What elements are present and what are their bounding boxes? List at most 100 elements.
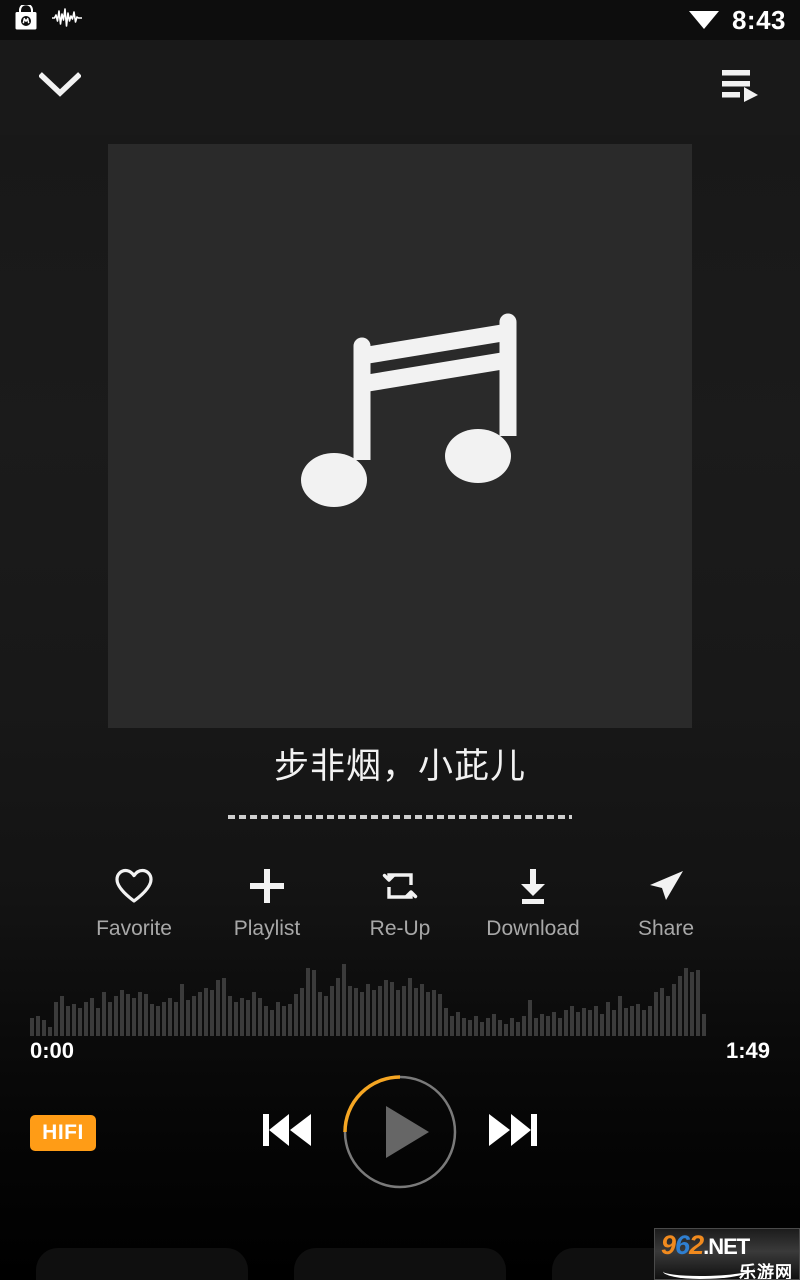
next-track-button[interactable] [481,1100,545,1164]
waveform-bar [528,1000,532,1036]
watermark-suffix: .NET [703,1234,750,1259]
waveform-bar [264,1006,268,1036]
waveform-bar [534,1018,538,1036]
waveform-bar [660,988,664,1036]
status-bar-clock: 8:43 [731,5,786,35]
waveform-bar [684,968,688,1036]
waveform-seekbar[interactable] [30,964,770,1036]
waveform-bar [120,990,124,1036]
waveform-bar [576,1012,580,1036]
waveform-bar [678,976,682,1036]
reup-label: Re-Up [369,917,431,940]
waveform-bar [444,1008,448,1036]
audio-wave-icon [51,7,83,33]
status-bar-left-icons [14,2,83,36]
waveform-bar [486,1018,490,1036]
current-time: 0:00 [30,1038,75,1063]
hifi-badge[interactable]: HIFI [30,1115,96,1151]
waveform-bar [600,1014,604,1036]
waveform-bar [432,990,436,1036]
share-label: Share [637,917,695,940]
waveform-bar [102,992,106,1036]
waveform-bar [672,984,676,1036]
music-note-icon [250,284,550,589]
waveform-bar [414,988,418,1036]
download-button[interactable]: Download [477,866,589,939]
waveform-bar [690,972,694,1036]
total-time: 1:49 [725,1038,770,1063]
playlist-button[interactable]: Playlist [211,866,323,939]
waveform-bar [198,992,202,1036]
waveform-bar [342,964,346,1036]
watermark-digit-6: 6 [675,1230,690,1260]
play-pause-button[interactable] [340,1072,460,1192]
waveform-bar [516,1022,520,1036]
waveform-bar [510,1018,514,1036]
watermark-logo-text: 962.NET [661,1230,750,1261]
download-icon [513,866,553,906]
waveform-bar [408,978,412,1036]
waveform-bar [336,978,340,1036]
waveform-bar [378,986,382,1036]
waveform-bar [156,1006,160,1036]
waveform-bar [426,992,430,1036]
wifi-icon [688,6,720,35]
waveform-bar [294,994,298,1036]
waveform-bar [72,1004,76,1036]
waveform-bar [252,992,256,1036]
waveform-bar [612,1010,616,1036]
time-labels: 0:00 1:49 [30,1038,770,1064]
waveform-bar [450,1016,454,1036]
favorite-label: Favorite [96,917,172,940]
music-player-screen: 8:43 步非烟，小茈儿 Favorite Playlist Re-Up Dow… [0,0,800,1280]
waveform-bar [132,998,136,1036]
waveform-bar [324,996,328,1036]
waveform-bar [144,994,148,1036]
waveform-bar [150,1004,154,1036]
waveform-bar [582,1008,586,1036]
queue-button[interactable] [710,58,770,118]
shuffle-card[interactable] [36,1248,248,1280]
status-bar: 8:43 [0,0,800,40]
waveform-bar [300,988,304,1036]
album-art[interactable] [108,144,692,728]
waveform-bar [522,1016,526,1036]
plus-icon [247,866,287,906]
waveform-bar [474,1016,478,1036]
equalizer-card[interactable] [294,1248,506,1280]
waveform-bar [54,1002,58,1036]
waveform-bar [138,992,142,1036]
waveform-bar [456,1012,460,1036]
previous-track-button[interactable] [255,1100,319,1164]
waveform-bar [588,1010,592,1036]
waveform-bar [390,982,394,1036]
share-button[interactable]: Share [610,866,722,939]
waveform-bar [570,1006,574,1036]
waveform-bar [420,984,424,1036]
waveform-bar [546,1016,550,1036]
waveform-bar [618,996,622,1036]
waveform-bar [276,1002,280,1036]
waveform-bar [306,968,310,1036]
shopping-bag-icon [14,2,38,36]
skip-previous-icon [259,1106,315,1159]
waveform-bar [468,1020,472,1036]
playlist-queue-icon [720,67,760,108]
playlist-label: Playlist [233,917,301,940]
play-icon [343,1075,457,1189]
waveform-bar [168,998,172,1036]
waveform-bar [114,996,118,1036]
waveform-bar [438,994,442,1036]
waveform-bar [666,996,670,1036]
waveform-bar [126,994,130,1036]
waveform-bar [246,1000,250,1036]
waveform-bar [402,986,406,1036]
waveform-bar [228,996,232,1036]
waveform-bar [504,1024,508,1036]
reup-button[interactable]: Re-Up [344,866,456,939]
waveform-bar [360,992,364,1036]
waveform-bar [270,1010,274,1036]
favorite-button[interactable]: Favorite [78,866,190,939]
waveform-bar [696,970,700,1036]
collapse-player-button[interactable] [30,58,90,118]
